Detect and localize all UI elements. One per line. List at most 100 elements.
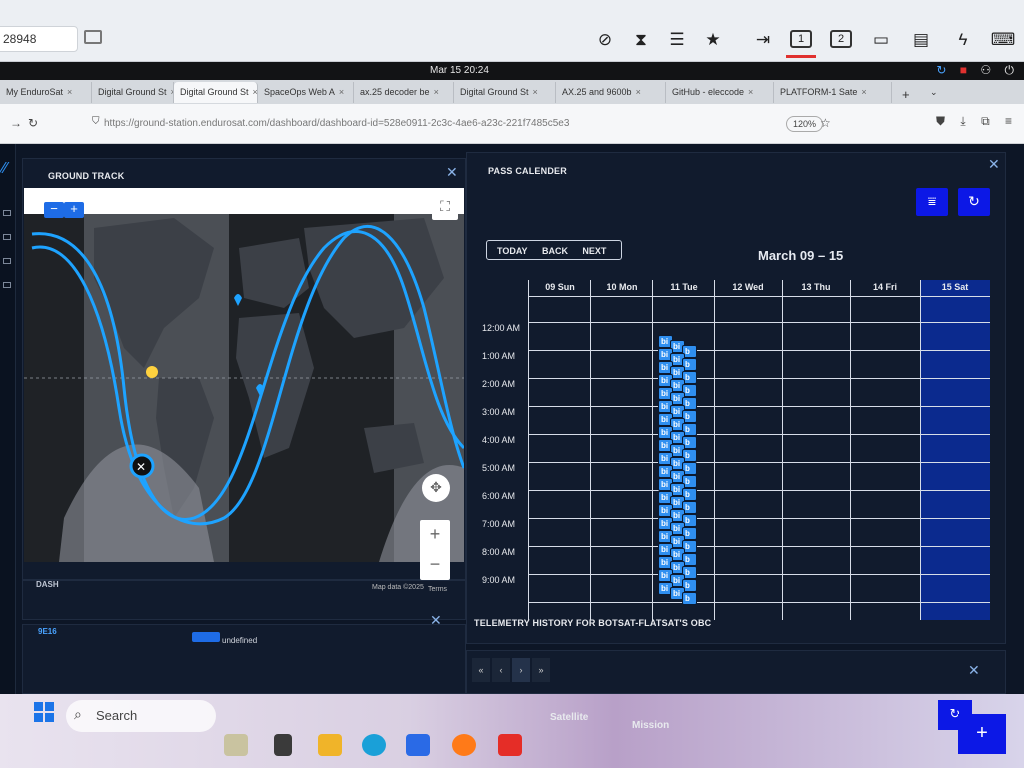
- url-field[interactable]: https://ground-station.endurosat.com/das…: [104, 114, 724, 134]
- hourglass-icon[interactable]: ⧗: [628, 30, 654, 50]
- chevron-down-icon[interactable]: ⌄: [924, 82, 948, 103]
- pager-first-button[interactable]: «: [472, 658, 490, 682]
- monitor-2-icon[interactable]: 2: [830, 30, 852, 48]
- database-icon[interactable]: ☰: [664, 30, 690, 50]
- today-button[interactable]: TODAY: [487, 241, 528, 256]
- forward-icon[interactable]: →: [10, 116, 22, 130]
- tab-label: GitHub - eleccode: [672, 87, 745, 97]
- hour-label: 4:00 AM: [482, 435, 516, 445]
- pass-events-column: bi bi b bi bi b bi bi b bi bi b bi bi b bi bi b bi bi b bi bi b…: [658, 335, 697, 605]
- download-icon[interactable]: ⤓: [960, 114, 965, 128]
- power-icon[interactable]: ⏻: [1005, 63, 1015, 77]
- grid-line: [850, 280, 851, 620]
- tab-ground-station-3[interactable]: Digital Ground St ×: [454, 82, 556, 103]
- next-button[interactable]: NEXT: [572, 241, 606, 256]
- hour-label: 8:00 AM: [482, 547, 516, 557]
- close-icon[interactable]: ×: [339, 87, 344, 97]
- tab-platform-1[interactable]: PLATFORM-1 Sate ×: [774, 82, 892, 103]
- map-zoom-out-button[interactable]: −: [44, 202, 64, 218]
- browser-tab-strip: My EnduroSat× Digital Ground St× Digital…: [0, 80, 1024, 104]
- monitor-icon[interactable]: ▭: [868, 30, 894, 50]
- bookmark-star-icon[interactable]: ☆: [820, 116, 831, 130]
- reload-icon[interactable]: ↻: [28, 116, 38, 130]
- fullscreen-icon[interactable]: ⛶: [432, 194, 458, 220]
- back-button[interactable]: BACK: [532, 241, 568, 256]
- ground-track-map[interactable]: ✕: [24, 188, 464, 562]
- lightning-icon[interactable]: ϟ: [950, 30, 976, 50]
- pan-control-icon[interactable]: ✥: [422, 474, 450, 502]
- network-icon[interactable]: ⚇: [980, 63, 991, 77]
- sidebar: ⁄⁄: [0, 144, 16, 694]
- filter-button[interactable]: ⩸: [916, 188, 948, 216]
- pocket-icon[interactable]: ⛊: [936, 114, 945, 128]
- youtube-icon[interactable]: [498, 734, 522, 756]
- send-icon[interactable]: ⇥: [750, 30, 776, 50]
- pager-next-button[interactable]: ›: [512, 658, 530, 682]
- close-icon[interactable]: ✕: [430, 612, 442, 629]
- windows-start-icon[interactable]: [34, 702, 54, 722]
- monitor-small-icon[interactable]: [84, 30, 102, 44]
- sync-icon[interactable]: ↻: [936, 63, 946, 77]
- star-icon[interactable]: ★: [700, 30, 726, 50]
- new-tab-button[interactable]: +: [896, 82, 920, 103]
- edge-browser-icon[interactable]: [362, 734, 386, 756]
- map-zoom-in-button[interactable]: +: [64, 202, 84, 218]
- hour-label: 6:00 AM: [482, 491, 516, 501]
- system-tray: ↻ ■ ⚇ ⏻: [926, 63, 1014, 78]
- tab-spaceops[interactable]: SpaceOps Web A ×: [258, 82, 354, 103]
- zoom-out-button[interactable]: −: [420, 550, 450, 580]
- pager-prev-button[interactable]: ‹: [492, 658, 510, 682]
- grid-line: [528, 518, 990, 519]
- refresh-button[interactable]: ↻: [958, 188, 990, 216]
- firefox-icon[interactable]: [452, 734, 476, 756]
- hour-label: 9:00 AM: [482, 575, 516, 585]
- sidebar-item-telemetry[interactable]: [3, 282, 11, 288]
- screen-off-icon[interactable]: ⊘: [592, 30, 618, 50]
- add-button[interactable]: +: [958, 714, 1006, 754]
- widget-icon[interactable]: [224, 734, 248, 756]
- calendar-date-range: March 09 – 15: [758, 248, 844, 263]
- close-icon[interactable]: ×: [861, 87, 866, 97]
- zoom-level[interactable]: 120%: [786, 116, 824, 132]
- store-icon[interactable]: [406, 734, 430, 756]
- monitor-1-icon[interactable]: 1: [790, 30, 812, 48]
- tab-label: My EnduroSat: [6, 87, 64, 97]
- tab-github[interactable]: GitHub - eleccode ×: [666, 82, 774, 103]
- close-icon[interactable]: ✕: [446, 164, 458, 181]
- close-icon[interactable]: ×: [434, 87, 439, 97]
- close-icon[interactable]: ×: [67, 87, 72, 97]
- tab-ax25-9600[interactable]: AX.25 and 9600b ×: [556, 82, 666, 103]
- tab-label: SpaceOps Web A: [264, 87, 335, 97]
- file-explorer-icon[interactable]: [318, 734, 342, 756]
- close-icon[interactable]: ×: [533, 87, 538, 97]
- tab-ax25-decoder[interactable]: ax.25 decoder be ×: [354, 82, 454, 103]
- shield-icon[interactable]: ⛉: [92, 116, 100, 127]
- os-top-bar: Mar 15 20:24 ↻ ■ ⚇ ⏻: [0, 62, 1024, 80]
- sidebar-item-satellites[interactable]: [3, 234, 11, 240]
- close-icon[interactable]: ✕: [968, 662, 980, 679]
- map-terms-link[interactable]: Terms: [428, 586, 447, 593]
- close-icon[interactable]: ✕: [988, 156, 1000, 173]
- pager-last-button[interactable]: »: [532, 658, 550, 682]
- grid-line: [528, 350, 990, 351]
- taskbar-search[interactable]: ⌕ Search: [66, 700, 216, 732]
- day-header-sun: 09 Sun: [545, 282, 575, 292]
- zoom-in-button[interactable]: +: [420, 520, 450, 550]
- tab-ground-station-active[interactable]: Digital Ground St ×: [174, 82, 258, 103]
- sun-icon: [146, 366, 158, 378]
- menu-icon[interactable]: ≡: [1005, 114, 1012, 128]
- search-placeholder: Search: [96, 708, 138, 723]
- sidebar-item-passes[interactable]: [3, 258, 11, 264]
- sidebar-item-dashboard[interactable]: [3, 210, 11, 216]
- close-icon[interactable]: ×: [748, 87, 753, 97]
- tab-ground-station-1[interactable]: Digital Ground St×: [92, 82, 174, 103]
- grid-line: [528, 602, 990, 603]
- task-view-icon[interactable]: [274, 734, 292, 756]
- tab-my-endurosat[interactable]: My EnduroSat ×: [0, 82, 92, 103]
- close-icon[interactable]: ×: [636, 87, 641, 97]
- chat-icon[interactable]: ▤: [908, 30, 934, 50]
- extensions-icon[interactable]: ⧉: [981, 114, 990, 128]
- keyboard-icon[interactable]: ⌨: [990, 30, 1016, 50]
- pass-event-chip[interactable]: b: [682, 592, 697, 605]
- record-icon[interactable]: ■: [960, 63, 967, 77]
